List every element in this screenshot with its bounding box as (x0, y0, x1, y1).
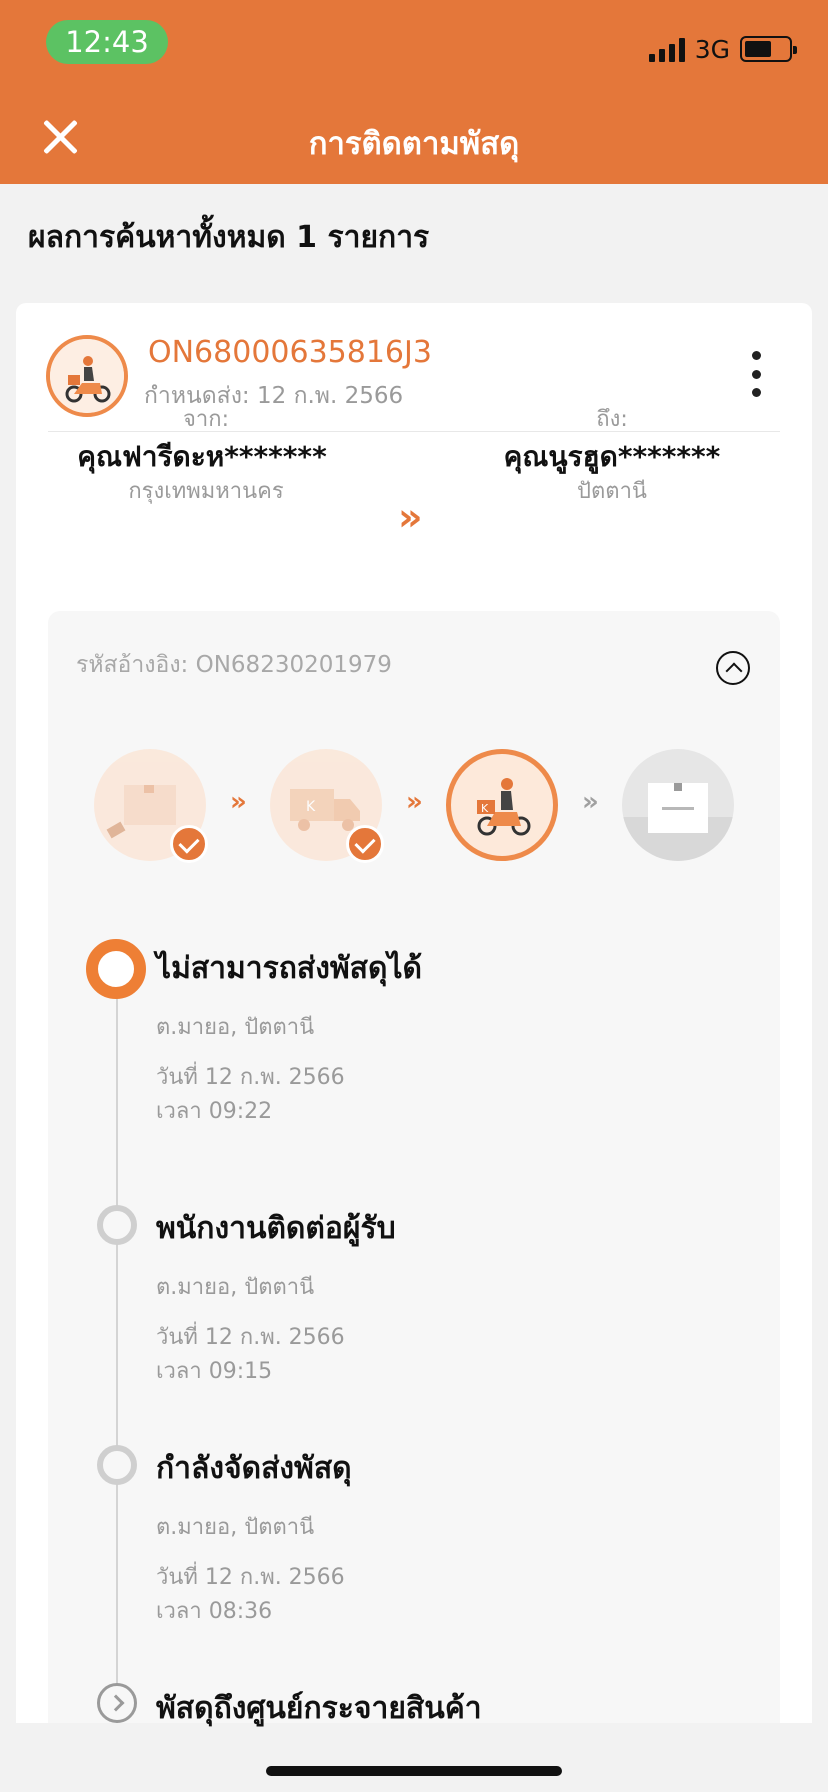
home-indicator[interactable] (266, 1766, 562, 1776)
event-date: วันที่ 12 ก.พ. 2566 (156, 1325, 345, 1350)
more-options-icon[interactable] (746, 351, 766, 397)
event-location: ต.มายอ, ปัตตานี (156, 1515, 315, 1540)
check-icon (170, 825, 208, 863)
event-time: เวลา 08:36 (156, 1599, 273, 1624)
signal-icon (648, 36, 685, 62)
check-icon (346, 825, 384, 863)
step-picked-up (94, 749, 208, 863)
battery-icon (740, 36, 797, 62)
app-header: 12:43 3G การติดตามพัสดุ (0, 0, 828, 184)
sender-city: กรุงเทพมหานคร (128, 479, 284, 504)
event-location: ต.มายอ, ปัตตานี (156, 1275, 315, 1300)
reference-code: รหัสอ้างอิง: ON68230201979 (76, 652, 392, 678)
step-chevron-icon: » (230, 787, 247, 817)
timeline-dot (97, 1445, 137, 1485)
results-count: ผลการค้นหาทั้งหมด 1 รายการ (28, 220, 430, 255)
parcel-card: ON68000635816J3 กำหนดส่ง: 12 ก.พ. 2566 จ… (16, 303, 812, 1726)
from-label: จาก: (183, 407, 229, 432)
timeline-line (116, 973, 118, 1723)
step-out-for-delivery: K (446, 749, 558, 861)
event-title: พนักงานติดต่อผู้รับ (156, 1211, 396, 1246)
svg-text:K: K (481, 802, 489, 815)
event-time: เวลา 09:15 (156, 1359, 273, 1384)
status-time: 12:43 (46, 20, 168, 64)
event-location: ต.มายอ, ปัตตานี (156, 1015, 315, 1040)
network-type: 3G (694, 34, 730, 64)
step-in-transit: K (270, 749, 384, 863)
event-date: วันที่ 12 ก.พ. 2566 (156, 1565, 345, 1590)
step-delivered (622, 749, 734, 861)
event-title: ไม่สามารถส่งพัสดุได้ (156, 951, 423, 986)
step-chevron-icon: » (582, 787, 599, 817)
timeline-current-dot (86, 939, 146, 999)
collapse-chevron-icon[interactable] (716, 651, 750, 685)
timeline-dot (97, 1205, 137, 1245)
delivery-scooter-icon: K (446, 749, 558, 861)
page-title: การติดตามพัสดุ (308, 126, 520, 162)
tracking-number[interactable]: ON68000635816J3 (148, 335, 432, 370)
event-time: เวลา 09:22 (156, 1099, 273, 1124)
event-date: วันที่ 12 ก.พ. 2566 (156, 1065, 345, 1090)
step-chevron-icon: » (406, 787, 423, 817)
tracking-detail-panel: รหัสอ้างอิง: ON68230201979 » K » K » ไม่… (48, 611, 780, 1726)
event-title: กำลังจัดส่งพัสดุ (156, 1451, 352, 1486)
svg-text:K: K (306, 799, 316, 815)
to-label: ถึง: (596, 407, 628, 432)
recipient-city: ปัตตานี (577, 479, 647, 504)
status-indicators: 3G (648, 32, 797, 66)
route-arrow-icon: » (398, 495, 423, 539)
event-title: พัสดุถึงศูนย์กระจายสินค้า (156, 1691, 482, 1726)
delivered-box-icon (622, 749, 734, 861)
chevron-right-icon[interactable] (97, 1683, 137, 1723)
